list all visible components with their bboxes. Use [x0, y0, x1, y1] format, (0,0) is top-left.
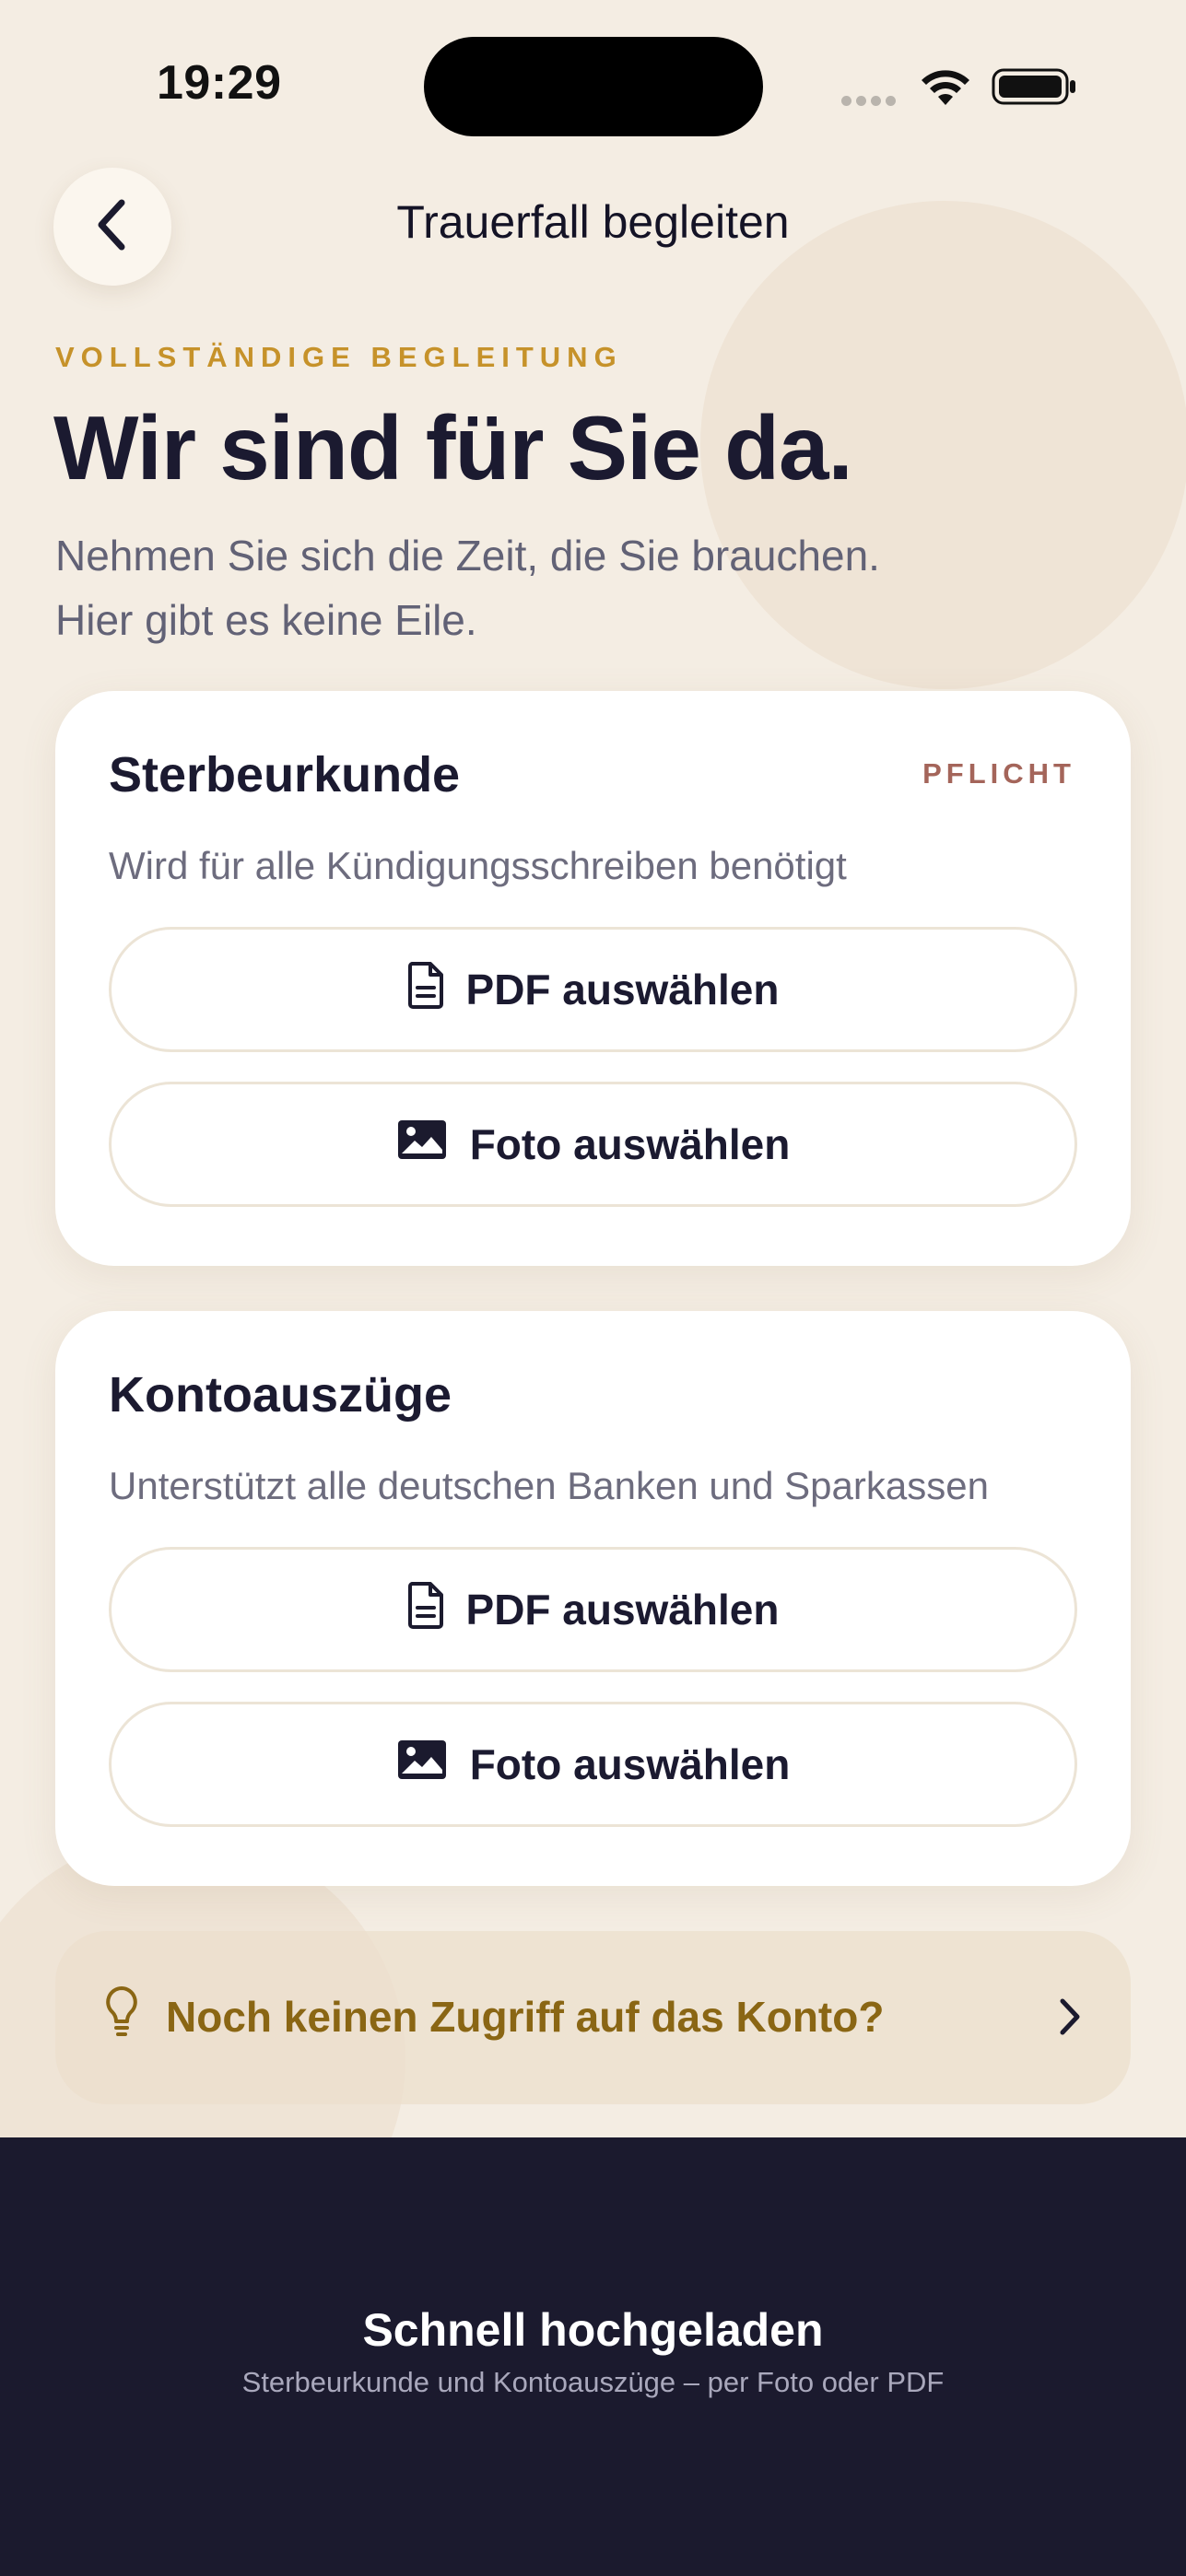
photo-icon [396, 1118, 470, 1171]
dynamic-island [424, 37, 763, 136]
select-pdf-label: PDF auswählen [465, 1586, 780, 1633]
select-pdf-button[interactable]: PDF auswählen [109, 1547, 1077, 1672]
chevron-right-icon [1055, 1996, 1083, 2043]
hint-label: Noch keinen Zugriff auf das Konto? [166, 1993, 885, 2041]
select-photo-label: Foto auswählen [469, 1740, 791, 1788]
footer-subtitle: Sterbeurkunde und Kontoauszüge – per Fot… [241, 2366, 945, 2398]
footer-title: Schnell hochgeladen [362, 2304, 824, 2356]
headline: Wir sind für Sie da. [53, 397, 853, 498]
select-pdf-label: PDF auswählen [465, 966, 780, 1013]
card-title: Kontoauszüge [109, 1367, 452, 1423]
lightbulb-icon [103, 1985, 140, 2044]
battery-icon [992, 66, 1078, 111]
card-title: Sterbeurkunde [109, 747, 461, 802]
document-icon [407, 1581, 466, 1639]
select-photo-button[interactable]: Foto auswählen [109, 1082, 1077, 1207]
cellular-signal-icon [841, 94, 900, 111]
status-time: 19:29 [157, 56, 282, 110]
upload-card-kontoauszuege: Kontoauszüge Unterstützt alle deutschen … [55, 1311, 1131, 1886]
footer-banner: Schnell hochgeladen Sterbeurkunde und Ko… [0, 2137, 1186, 2576]
card-description: Unterstützt alle deutschen Banken und Sp… [109, 1464, 989, 1507]
select-photo-label: Foto auswählen [469, 1120, 791, 1168]
upload-card-sterbeurkunde: Sterbeurkunde PFLICHT Wird für alle Künd… [55, 691, 1131, 1266]
status-bar: 19:29 [0, 0, 1186, 166]
intro-line-1: Nehmen Sie sich die Zeit, die Sie brauch… [55, 532, 880, 580]
photo-icon [396, 1739, 470, 1791]
section-eyebrow: VOLLSTÄNDIGE BEGLEITUNG [55, 341, 623, 373]
no-account-access-hint[interactable]: Noch keinen Zugriff auf das Konto? [55, 1931, 1131, 2104]
select-photo-button[interactable]: Foto auswählen [109, 1702, 1077, 1827]
document-icon [407, 961, 466, 1019]
page-title: Trauerfall begleiten [396, 196, 790, 248]
wifi-icon [918, 66, 973, 111]
intro-line-2: Hier gibt es keine Eile. [55, 596, 477, 644]
intro-text: Nehmen Sie sich die Zeit, die Sie brauch… [55, 523, 977, 652]
card-description: Wird für alle Kündigungsschreiben benöti… [109, 844, 847, 887]
select-pdf-button[interactable]: PDF auswählen [109, 927, 1077, 1052]
required-badge: PFLICHT [922, 757, 1075, 790]
